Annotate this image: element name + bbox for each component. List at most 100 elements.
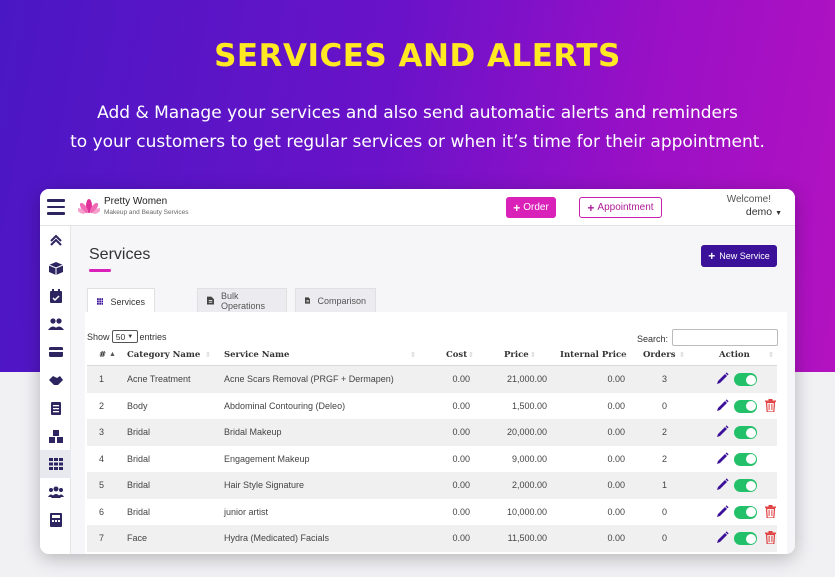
trash-icon[interactable] [765,398,776,412]
plus-icon: + [708,249,716,263]
cell-cost: 0.00 [452,453,470,464]
cell-price: 9,000.00 [511,453,547,464]
cell-price: 1,500.00 [511,400,547,411]
user-name: demo [745,206,773,218]
cell-price: 10,000.00 [506,506,547,517]
credit-card-icon[interactable] [40,338,71,366]
cell-category: Face [127,533,148,544]
welcome-text: Welcome! [726,194,771,205]
table-row: 1 Acne Treatment Acne Scars Removal (PRGF … [87,366,777,393]
boxes-icon[interactable] [40,254,71,282]
appointment-button-label: Appointment [597,202,654,213]
col-service[interactable]: Service Name [224,344,289,366]
cell-service: Bridal Makeup [224,427,282,438]
entries-value: 50 [115,331,126,342]
entries-label: entries [139,331,167,342]
order-button[interactable]: + Order [506,197,556,218]
col-orders[interactable]: Orders [643,344,676,366]
active-toggle[interactable] [734,452,757,466]
table-row: 7 Face Hydra (Medicated) Facials 0.00 11,500… [87,525,777,552]
sort-icon: ⇳ [679,352,685,359]
trash-icon[interactable] [765,531,776,544]
cell-internal-price: 0.00 [607,533,625,544]
toggle-knob [745,401,756,411]
active-toggle[interactable] [734,532,757,545]
chevrons-up-icon[interactable] [40,226,71,254]
cell-cost: 0.00 [452,506,470,517]
active-toggle[interactable] [734,426,757,439]
cell-internal-price: 0.00 [607,400,625,411]
cell-category: Bridal [127,506,151,517]
hero-subtitle-line2: to your customers to get regular service… [70,132,765,152]
cell-orders: 2 [662,453,668,464]
edit-pencil-icon[interactable] [716,425,729,438]
services-grid-icon[interactable] [40,450,71,478]
cell-category: Bridal [127,427,151,438]
brand-name: Pretty Women [104,196,168,207]
sort-asc-icon: ▲ [109,351,116,358]
cell-category: Bridal [127,480,151,491]
cell-cost: 0.00 [452,374,470,385]
toggle-knob [745,374,756,385]
cell-number: 7 [99,533,105,544]
table-row: 6 Bridal junior artist 0.00 10,000.00 0.00 0 [87,498,777,525]
users-icon[interactable] [40,310,71,338]
edit-pencil-icon[interactable] [716,451,729,465]
table-row: 5 Bridal Hair Style Signature 0.00 2,000.00 0… [87,472,777,499]
active-toggle[interactable] [734,399,757,413]
cell-service: Abdominal Contouring (Deleo) [224,400,346,411]
cell-price: 21,000.00 [506,374,547,385]
page-title: Services [89,246,151,263]
cell-cost: 0.00 [452,400,470,411]
show-label: Show [87,331,110,342]
user-menu[interactable]: demo ▼ [746,206,782,218]
active-toggle[interactable] [734,505,757,519]
clipboard-icon[interactable] [40,394,71,422]
cell-internal-price: 0.00 [607,427,625,438]
col-internal-price[interactable]: Internal Price [560,344,627,366]
active-toggle[interactable] [734,479,757,492]
calculator-icon[interactable] [40,506,71,534]
entries-select[interactable]: 50 ▼ [111,330,138,343]
table-row: 3 Bridal Bridal Makeup 0.00 20,000.00 0.00 2 [87,419,777,446]
hero-title: SERVICES AND ALERTS [214,38,621,74]
table-row: 2 Body Abdominal Contouring (Deleo) 0.00 1,5… [87,392,777,419]
cell-orders: 2 [662,427,668,438]
new-service-button[interactable]: + New Service [701,245,777,267]
tab-bulk-operations[interactable]: Bulk Operations [197,288,287,312]
top-bar: Pretty Women Makeup and Beauty Services … [40,189,795,226]
sort-icon: ⇳ [205,352,211,359]
cell-service: Engagement Makeup [224,453,310,464]
staff-icon[interactable] [40,478,71,506]
trash-icon[interactable] [765,504,776,518]
edit-pencil-icon[interactable] [716,478,729,491]
inventory-icon[interactable] [40,422,71,450]
col-cost[interactable]: Cost [446,344,467,366]
tab-comparison[interactable]: Comparison [295,288,376,312]
cell-service: Hair Style Signature [224,480,305,491]
menu-icon[interactable] [47,199,65,215]
grid-icon [97,298,104,305]
search-label: Search: [637,334,669,344]
edit-pencil-icon[interactable] [716,372,729,385]
edit-pencil-icon[interactable] [716,398,729,412]
tab-services[interactable]: Services [87,288,155,314]
sort-icon: ⇳ [530,352,536,359]
appointment-button[interactable]: + Appointment [579,197,662,218]
table-row: 4 Bridal Engagement Makeup 0.00 9,000.00 0.00… [87,445,777,472]
cell-number: 4 [99,453,105,464]
col-price[interactable]: Price [504,344,529,366]
chevron-down-icon: ▼ [127,333,134,340]
col-category[interactable]: Category Name [127,344,200,366]
cell-price: 2,000.00 [511,480,547,491]
edit-pencil-icon[interactable] [716,504,729,518]
calendar-check-icon[interactable] [40,282,71,310]
active-toggle[interactable] [734,373,757,386]
col-number[interactable]: # [99,344,106,366]
file-icon [305,297,311,304]
sidebar [40,226,71,554]
edit-pencil-icon[interactable] [716,531,729,544]
toggle-knob [745,507,756,517]
sort-icon: ⇳ [410,352,416,359]
handshake-icon[interactable] [40,366,71,394]
